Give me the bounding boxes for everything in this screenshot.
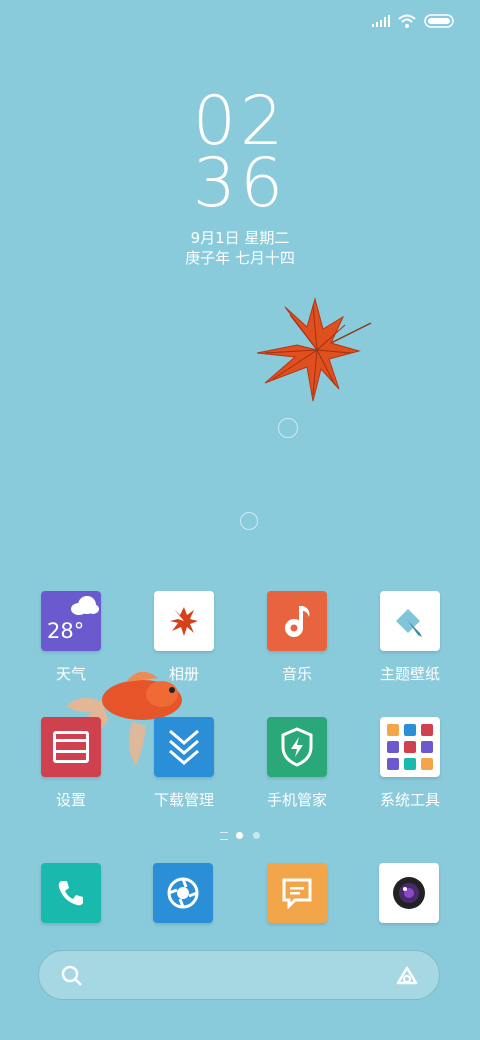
gallery-icon <box>154 591 214 651</box>
app-settings[interactable]: 设置 <box>21 717 121 809</box>
date-lunar: 庚子年 七月十四 <box>185 249 295 267</box>
browser-icon[interactable] <box>153 863 213 923</box>
date-solar: 9月1日 星期二 <box>190 229 290 247</box>
signal-icon <box>372 15 390 27</box>
app-downloads[interactable]: 下载管理 <box>134 717 234 809</box>
music-icon <box>267 591 327 651</box>
page-indicator <box>0 830 480 840</box>
search-icon <box>61 965 82 986</box>
bubble-decoration <box>278 418 298 438</box>
app-security[interactable]: 手机管家 <box>247 717 347 809</box>
app-music[interactable]: 音乐 <box>247 591 347 683</box>
camera-icon[interactable] <box>379 863 439 923</box>
page-dot[interactable] <box>253 832 260 839</box>
weather-temperature: 28° <box>47 619 85 643</box>
wifi-icon <box>398 14 416 28</box>
themes-icon <box>380 591 440 651</box>
page-dot-active[interactable] <box>236 832 243 839</box>
assistant-icon[interactable] <box>395 965 419 987</box>
app-label: 下载管理 <box>153 791 214 809</box>
page-indicator-menu[interactable] <box>220 832 228 840</box>
messages-icon[interactable] <box>267 863 327 923</box>
app-system-tools[interactable]: 系统工具 <box>360 717 460 809</box>
app-label: 音乐 <box>281 665 312 683</box>
settings-icon <box>41 717 101 777</box>
downloads-icon <box>154 717 214 777</box>
security-icon <box>267 717 327 777</box>
battery-icon <box>424 14 454 28</box>
app-label: 手机管家 <box>266 791 327 809</box>
search-bar[interactable] <box>38 950 440 1000</box>
app-label: 系统工具 <box>379 791 440 809</box>
clock-minute: 36 <box>192 144 288 223</box>
status-bar <box>372 12 454 30</box>
weather-icon: 28° <box>41 591 101 651</box>
app-label: 设置 <box>55 791 86 809</box>
system-tools-icon <box>380 717 440 777</box>
app-label: 主题壁纸 <box>379 665 440 683</box>
maple-leaf-decoration <box>256 297 372 402</box>
bubble-decoration <box>240 512 258 530</box>
phone-icon[interactable] <box>41 863 101 923</box>
app-themes[interactable]: 主题壁纸 <box>360 591 460 683</box>
